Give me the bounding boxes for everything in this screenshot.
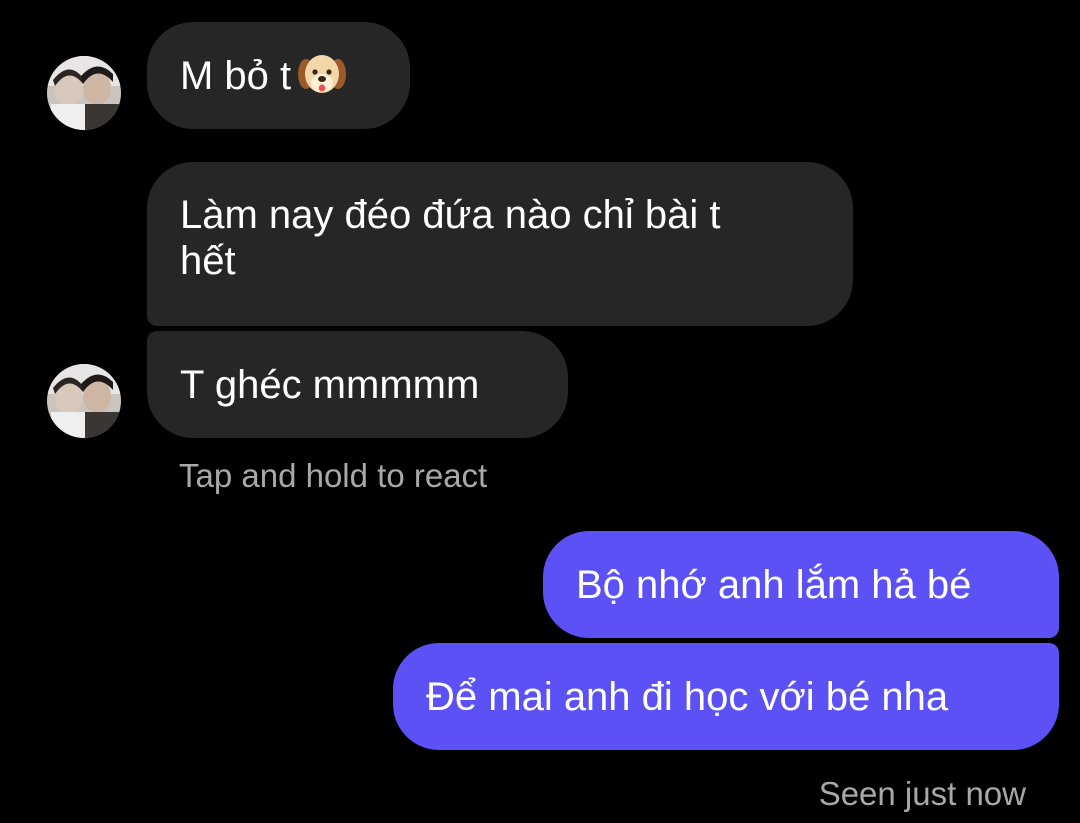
message-text: T ghéc mmmmm [180, 363, 480, 407]
seen-status: Seen just now [818, 775, 1026, 812]
contact-avatar[interactable] [47, 364, 121, 438]
contact-avatar[interactable] [47, 56, 121, 130]
message-bubble-outgoing[interactable]: Bộ nhớ anh lắm hả bé [543, 531, 1059, 638]
message-text-line: Làm nay đéo đứa nào chỉ bài t [180, 193, 721, 237]
message-bubble-outgoing[interactable]: Để mai anh đi học với bé nha [393, 643, 1059, 750]
message-text: M bỏ t [180, 54, 292, 98]
message-text-line: hết [180, 239, 236, 283]
message-text: Bộ nhớ anh lắm hả bé [576, 563, 972, 607]
react-hint: Tap and hold to react [179, 457, 488, 494]
message-bubble-incoming[interactable]: M bỏ t [147, 22, 410, 129]
message-bubble-incoming[interactable]: T ghéc mmmmm [147, 331, 568, 438]
avatar-photo [47, 364, 121, 438]
avatar-photo [47, 56, 121, 130]
dog-face-icon [297, 52, 347, 98]
message-bubble-incoming[interactable]: Làm nay đéo đứa nào chỉ bài t hết [147, 162, 853, 326]
message-text: Để mai anh đi học với bé nha [426, 675, 949, 719]
